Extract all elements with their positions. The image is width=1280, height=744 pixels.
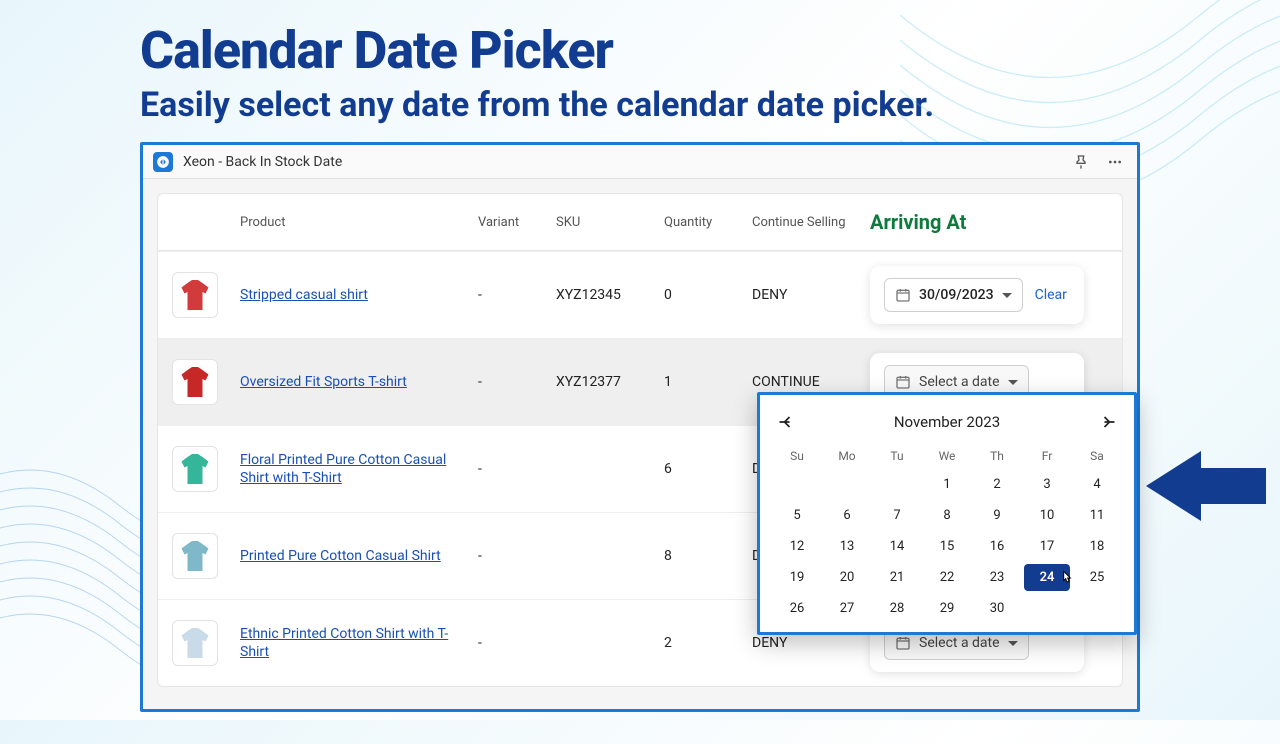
product-link[interactable]: Printed Pure Cotton Casual Shirt bbox=[240, 547, 470, 565]
variant-cell: - bbox=[478, 548, 548, 564]
sku-cell: XYZ12377 bbox=[556, 374, 656, 390]
date-selected-button[interactable]: 30/09/2023 bbox=[884, 278, 1023, 312]
calendar-title: November 2023 bbox=[894, 413, 1000, 431]
quantity-cell: 6 bbox=[664, 461, 744, 477]
app-panel: Xeon - Back In Stock Date Product Varian… bbox=[140, 142, 1140, 712]
pin-icon[interactable] bbox=[1069, 150, 1093, 174]
calendar-next-button[interactable] bbox=[1094, 409, 1120, 435]
calendar-weekday: Th bbox=[974, 445, 1020, 467]
page-title: Calendar Date Picker bbox=[140, 20, 1280, 81]
calendar-weekday: Sa bbox=[1074, 445, 1120, 467]
calendar-day[interactable]: 11 bbox=[1074, 502, 1120, 529]
product-link[interactable]: Stripped casual shirt bbox=[240, 286, 470, 304]
calendar-day[interactable]: 25 bbox=[1074, 564, 1120, 591]
calendar-prev-button[interactable] bbox=[774, 409, 800, 435]
calendar-day[interactable]: 18 bbox=[1074, 533, 1120, 560]
calendar-day[interactable]: 4 bbox=[1074, 471, 1120, 498]
calendar-day[interactable]: 27 bbox=[824, 595, 870, 622]
calendar-day[interactable]: 10 bbox=[1024, 502, 1070, 529]
calendar-day[interactable]: 7 bbox=[874, 502, 920, 529]
variant-cell: - bbox=[478, 635, 548, 651]
col-sku: SKU bbox=[556, 215, 656, 230]
quantity-cell: 2 bbox=[664, 635, 744, 651]
product-thumbnail bbox=[172, 446, 218, 492]
continue-cell: DENY bbox=[752, 635, 862, 651]
app-icon bbox=[153, 152, 173, 172]
titlebar: Xeon - Back In Stock Date bbox=[143, 145, 1137, 179]
calendar-day[interactable]: 19 bbox=[774, 564, 820, 591]
more-icon[interactable] bbox=[1103, 150, 1127, 174]
col-continue: Continue Selling bbox=[752, 215, 862, 230]
calendar-day[interactable]: 1 bbox=[924, 471, 970, 498]
calendar-weekday: Tu bbox=[874, 445, 920, 467]
window-title: Xeon - Back In Stock Date bbox=[183, 154, 342, 170]
calendar-day[interactable]: 22 bbox=[924, 564, 970, 591]
calendar-weekday: Mo bbox=[824, 445, 870, 467]
product-link[interactable]: Ethnic Printed Cotton Shirt with T-Shirt bbox=[240, 625, 470, 661]
arriving-card: 30/09/2023 Clear bbox=[870, 266, 1084, 324]
chevron-down-icon bbox=[1008, 641, 1018, 646]
calendar-day[interactable]: 14 bbox=[874, 533, 920, 560]
calendar-day[interactable]: 13 bbox=[824, 533, 870, 560]
product-thumbnail bbox=[172, 533, 218, 579]
calendar-day[interactable]: 2 bbox=[974, 471, 1020, 498]
calendar-day[interactable]: 12 bbox=[774, 533, 820, 560]
calendar-day[interactable]: 20 bbox=[824, 564, 870, 591]
col-product: Product bbox=[240, 215, 470, 230]
sku-cell: XYZ12345 bbox=[556, 287, 656, 303]
col-quantity: Quantity bbox=[664, 215, 744, 230]
product-thumbnail bbox=[172, 620, 218, 666]
product-thumbnail bbox=[172, 272, 218, 318]
variant-cell: - bbox=[478, 374, 548, 390]
calendar-day[interactable]: 30 bbox=[974, 595, 1020, 622]
chevron-down-icon bbox=[1008, 380, 1018, 385]
calendar-day[interactable]: 26 bbox=[774, 595, 820, 622]
calendar-blank bbox=[874, 471, 920, 498]
product-link[interactable]: Oversized Fit Sports T-shirt bbox=[240, 373, 470, 391]
calendar-weekday: Fr bbox=[1024, 445, 1070, 467]
calendar-day[interactable]: 21 bbox=[874, 564, 920, 591]
calendar-day[interactable]: 17 bbox=[1024, 533, 1070, 560]
variant-cell: - bbox=[478, 287, 548, 303]
calendar-day[interactable]: 23 bbox=[974, 564, 1020, 591]
quantity-cell: 8 bbox=[664, 548, 744, 564]
quantity-cell: 0 bbox=[664, 287, 744, 303]
calendar-day[interactable]: 28 bbox=[874, 595, 920, 622]
continue-cell: CONTINUE bbox=[752, 374, 862, 390]
product-thumbnail bbox=[172, 359, 218, 405]
chevron-down-icon bbox=[1002, 293, 1012, 298]
calendar-day[interactable]: 16 bbox=[974, 533, 1020, 560]
cursor-icon bbox=[1059, 570, 1075, 586]
variant-cell: - bbox=[478, 461, 548, 477]
calendar-day[interactable]: 3 bbox=[1024, 471, 1070, 498]
quantity-cell: 1 bbox=[664, 374, 744, 390]
clear-date-link[interactable]: Clear bbox=[1035, 287, 1067, 303]
calendar-day[interactable]: 29 bbox=[924, 595, 970, 622]
calendar-day[interactable]: 8 bbox=[924, 502, 970, 529]
page-subtitle: Easily select any date from the calendar… bbox=[140, 85, 1280, 125]
continue-cell: DENY bbox=[752, 287, 862, 303]
col-variant: Variant bbox=[478, 215, 548, 230]
date-picker-popover: November 2023 SuMoTuWeThFrSa123456789101… bbox=[757, 392, 1137, 635]
calendar-day[interactable]: 9 bbox=[974, 502, 1020, 529]
calendar-weekday: We bbox=[924, 445, 970, 467]
calendar-day[interactable]: 15 bbox=[924, 533, 970, 560]
table-row: Stripped casual shirt-XYZ12345 0 DENY 30/09… bbox=[158, 251, 1122, 338]
calendar-weekday: Su bbox=[774, 445, 820, 467]
product-link[interactable]: Floral Printed Pure Cotton Casual Shirt … bbox=[240, 451, 470, 487]
calendar-day[interactable]: 6 bbox=[824, 502, 870, 529]
table-header: Product Variant SKU Quantity Continue Se… bbox=[157, 193, 1123, 251]
callout-arrow-icon bbox=[1146, 446, 1266, 526]
calendar-blank bbox=[774, 471, 820, 498]
calendar-blank bbox=[824, 471, 870, 498]
col-arriving: Arriving At bbox=[870, 210, 1108, 234]
calendar-day[interactable]: 5 bbox=[774, 502, 820, 529]
